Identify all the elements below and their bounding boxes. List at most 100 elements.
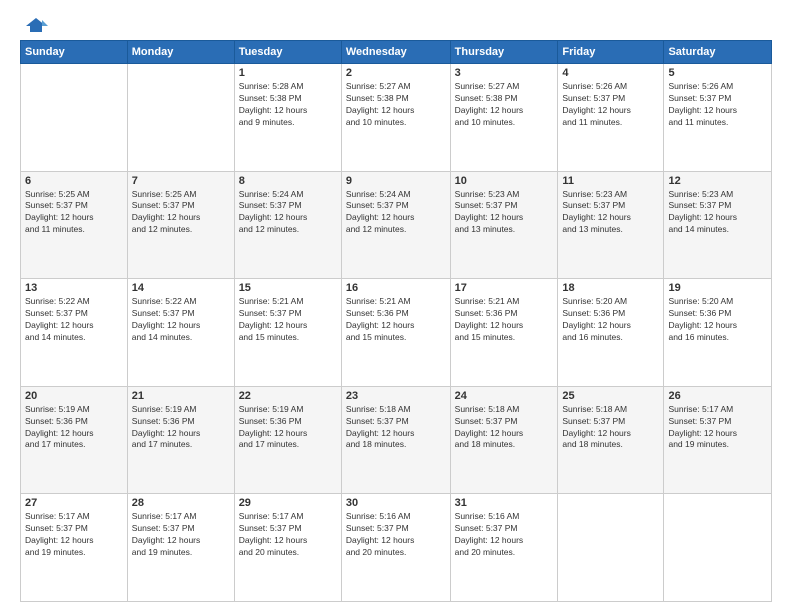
- day-info: Sunrise: 5:19 AM Sunset: 5:36 PM Dayligh…: [239, 404, 337, 452]
- day-number: 8: [239, 175, 337, 187]
- day-number: 15: [239, 282, 337, 294]
- day-info: Sunrise: 5:26 AM Sunset: 5:37 PM Dayligh…: [668, 81, 767, 129]
- calendar-cell: 27 Sunrise: 5:17 AM Sunset: 5:37 PM Dayli…: [21, 494, 128, 602]
- calendar-cell: 23 Sunrise: 5:18 AM Sunset: 5:37 PM Dayli…: [341, 386, 450, 494]
- calendar-week-4: 27 Sunrise: 5:17 AM Sunset: 5:37 PM Dayli…: [21, 494, 772, 602]
- day-number: 28: [132, 497, 230, 509]
- calendar-cell: 17 Sunrise: 5:21 AM Sunset: 5:36 PM Dayli…: [450, 279, 558, 387]
- day-number: 20: [25, 390, 123, 402]
- logo: [20, 16, 48, 30]
- calendar-cell: 20Sunrise: 5:19 AM Sunset: 5:36 PM Dayli…: [21, 386, 128, 494]
- logo-icon: [24, 16, 48, 34]
- day-info: Sunrise: 5:22 AM Sunset: 5:37 PM Dayligh…: [25, 296, 123, 344]
- calendar-cell: 11 Sunrise: 5:23 AM Sunset: 5:37 PM Dayli…: [558, 171, 664, 279]
- day-info: Sunrise: 5:17 AM Sunset: 5:37 PM Dayligh…: [239, 511, 337, 559]
- day-number: 10: [455, 175, 554, 187]
- day-number: 29: [239, 497, 337, 509]
- day-number: 26: [668, 390, 767, 402]
- day-number: 31: [455, 497, 554, 509]
- day-info: Sunrise: 5:25 AM Sunset: 5:37 PM Dayligh…: [132, 189, 230, 237]
- calendar-cell: 22 Sunrise: 5:19 AM Sunset: 5:36 PM Dayli…: [234, 386, 341, 494]
- calendar-cell: 28 Sunrise: 5:17 AM Sunset: 5:37 PM Dayli…: [127, 494, 234, 602]
- day-number: 16: [346, 282, 446, 294]
- calendar-header-thursday: Thursday: [450, 41, 558, 64]
- calendar-cell: 25Sunrise: 5:18 AM Sunset: 5:37 PM Dayli…: [558, 386, 664, 494]
- calendar-body: 1 Sunrise: 5:28 AM Sunset: 5:38 PM Daylig…: [21, 64, 772, 602]
- day-info: Sunrise: 5:17 AM Sunset: 5:37 PM Dayligh…: [132, 511, 230, 559]
- calendar-cell: 9 Sunrise: 5:24 AM Sunset: 5:37 PM Daylig…: [341, 171, 450, 279]
- calendar-header-monday: Monday: [127, 41, 234, 64]
- calendar-header-friday: Friday: [558, 41, 664, 64]
- calendar-header-row: SundayMondayTuesdayWednesdayThursdayFrid…: [21, 41, 772, 64]
- calendar-cell: 8 Sunrise: 5:24 AM Sunset: 5:37 PM Daylig…: [234, 171, 341, 279]
- day-info: Sunrise: 5:27 AM Sunset: 5:38 PM Dayligh…: [346, 81, 446, 129]
- day-number: 5: [668, 67, 767, 79]
- day-info: Sunrise: 5:18 AM Sunset: 5:37 PM Dayligh…: [455, 404, 554, 452]
- calendar-cell: [558, 494, 664, 602]
- day-number: 6: [25, 175, 123, 187]
- day-info: Sunrise: 5:24 AM Sunset: 5:37 PM Dayligh…: [346, 189, 446, 237]
- calendar-header-wednesday: Wednesday: [341, 41, 450, 64]
- day-info: Sunrise: 5:16 AM Sunset: 5:37 PM Dayligh…: [455, 511, 554, 559]
- day-number: 1: [239, 67, 337, 79]
- header: [20, 16, 772, 30]
- day-info: Sunrise: 5:21 AM Sunset: 5:37 PM Dayligh…: [239, 296, 337, 344]
- day-number: 23: [346, 390, 446, 402]
- calendar-table: SundayMondayTuesdayWednesdayThursdayFrid…: [20, 40, 772, 602]
- calendar-cell: 24 Sunrise: 5:18 AM Sunset: 5:37 PM Dayli…: [450, 386, 558, 494]
- day-number: 3: [455, 67, 554, 79]
- calendar-cell: 10 Sunrise: 5:23 AM Sunset: 5:37 PM Dayli…: [450, 171, 558, 279]
- day-info: Sunrise: 5:23 AM Sunset: 5:37 PM Dayligh…: [455, 189, 554, 237]
- calendar-cell: [21, 64, 128, 172]
- calendar-week-3: 20 Sunrise: 5:19 AM Sunset: 5:36 PM Dayli…: [21, 386, 772, 494]
- day-info: Sunrise: 5:23 AM Sunset: 5:37 PM Dayligh…: [562, 189, 659, 237]
- calendar-cell: 16 Sunrise: 5:21 AM Sunset: 5:36 PM Dayli…: [341, 279, 450, 387]
- calendar-cell: 21Sunrise: 5:19 AM Sunset: 5:36 PM Dayli…: [127, 386, 234, 494]
- day-number: 18: [562, 282, 659, 294]
- day-info: Sunrise: 5:16 AM Sunset: 5:37 PM Dayligh…: [346, 511, 446, 559]
- day-info: Sunrise: 5:26 AM Sunset: 5:37 PM Dayligh…: [562, 81, 659, 129]
- calendar-cell: 2 Sunrise: 5:27 AM Sunset: 5:38 PM Daylig…: [341, 64, 450, 172]
- day-number: 4: [562, 67, 659, 79]
- day-number: 17: [455, 282, 554, 294]
- day-info: Sunrise: 5:25 AM Sunset: 5:37 PM Dayligh…: [25, 189, 123, 237]
- calendar-cell: 19 Sunrise: 5:20 AM Sunset: 5:36 PM Dayli…: [664, 279, 772, 387]
- day-number: 27: [25, 497, 123, 509]
- day-info: Sunrise: 5:17 AM Sunset: 5:37 PM Dayligh…: [25, 511, 123, 559]
- calendar-cell: 29 Sunrise: 5:17 AM Sunset: 5:37 PM Dayli…: [234, 494, 341, 602]
- calendar-week-0: 1 Sunrise: 5:28 AM Sunset: 5:38 PM Daylig…: [21, 64, 772, 172]
- day-info: Sunrise: 5:17 AM Sunset: 5:37 PM Dayligh…: [668, 404, 767, 452]
- calendar-cell: 15 Sunrise: 5:21 AM Sunset: 5:37 PM Dayli…: [234, 279, 341, 387]
- day-info: Sunrise: 5:21 AM Sunset: 5:36 PM Dayligh…: [346, 296, 446, 344]
- calendar-cell: 12Sunrise: 5:23 AM Sunset: 5:37 PM Dayli…: [664, 171, 772, 279]
- calendar-cell: [664, 494, 772, 602]
- day-number: 25: [562, 390, 659, 402]
- day-info: Sunrise: 5:28 AM Sunset: 5:38 PM Dayligh…: [239, 81, 337, 129]
- calendar-week-1: 6 Sunrise: 5:25 AM Sunset: 5:37 PM Daylig…: [21, 171, 772, 279]
- day-info: Sunrise: 5:20 AM Sunset: 5:36 PM Dayligh…: [668, 296, 767, 344]
- calendar-cell: 26 Sunrise: 5:17 AM Sunset: 5:37 PM Dayli…: [664, 386, 772, 494]
- day-number: 13: [25, 282, 123, 294]
- page: SundayMondayTuesdayWednesdayThursdayFrid…: [0, 0, 792, 612]
- calendar-cell: 18Sunrise: 5:20 AM Sunset: 5:36 PM Dayli…: [558, 279, 664, 387]
- day-info: Sunrise: 5:18 AM Sunset: 5:37 PM Dayligh…: [346, 404, 446, 452]
- day-info: Sunrise: 5:21 AM Sunset: 5:36 PM Dayligh…: [455, 296, 554, 344]
- day-number: 2: [346, 67, 446, 79]
- calendar-cell: 30 Sunrise: 5:16 AM Sunset: 5:37 PM Dayli…: [341, 494, 450, 602]
- calendar-week-2: 13 Sunrise: 5:22 AM Sunset: 5:37 PM Dayli…: [21, 279, 772, 387]
- day-number: 14: [132, 282, 230, 294]
- day-number: 22: [239, 390, 337, 402]
- day-number: 30: [346, 497, 446, 509]
- day-number: 19: [668, 282, 767, 294]
- day-number: 12: [668, 175, 767, 187]
- calendar-cell: 5 Sunrise: 5:26 AM Sunset: 5:37 PM Daylig…: [664, 64, 772, 172]
- day-number: 11: [562, 175, 659, 187]
- day-number: 9: [346, 175, 446, 187]
- day-info: Sunrise: 5:24 AM Sunset: 5:37 PM Dayligh…: [239, 189, 337, 237]
- calendar-cell: 31 Sunrise: 5:16 AM Sunset: 5:37 PM Dayli…: [450, 494, 558, 602]
- day-number: 21: [132, 390, 230, 402]
- calendar-cell: 4 Sunrise: 5:26 AM Sunset: 5:37 PM Daylig…: [558, 64, 664, 172]
- day-info: Sunrise: 5:27 AM Sunset: 5:38 PM Dayligh…: [455, 81, 554, 129]
- day-number: 24: [455, 390, 554, 402]
- calendar-header-saturday: Saturday: [664, 41, 772, 64]
